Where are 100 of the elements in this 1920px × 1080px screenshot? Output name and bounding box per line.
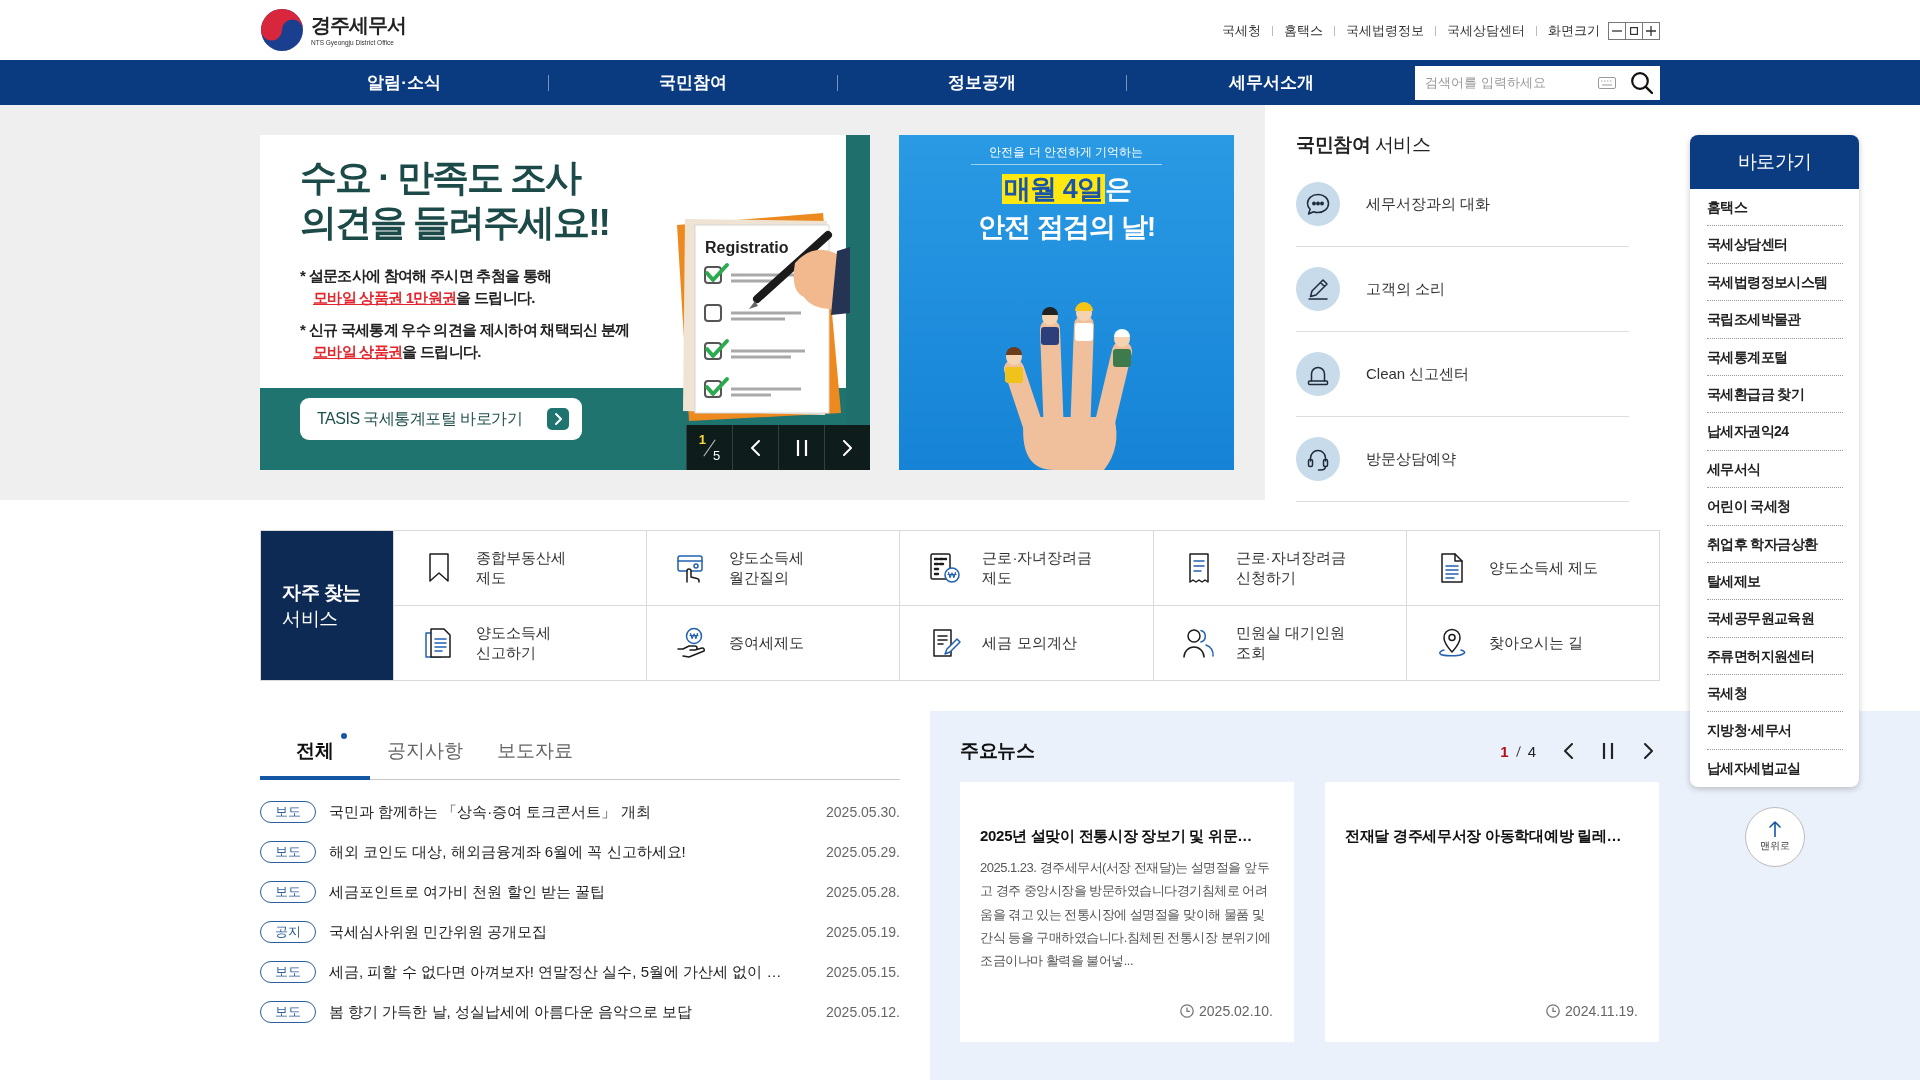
nav-menu-item[interactable]: 정보공개: [838, 60, 1126, 105]
service-link[interactable]: 세금 모의계산: [900, 606, 1153, 680]
logo-icon: [260, 8, 304, 52]
section-title: 주요뉴스: [960, 739, 1034, 763]
quick-link[interactable]: 국세공무원교육원: [1707, 600, 1843, 638]
quick-link[interactable]: 주류면허지원센터: [1707, 637, 1843, 676]
calculator-coin-icon: [928, 551, 963, 585]
pencil-icon: [1296, 267, 1340, 311]
top-link[interactable]: 국세법령정보: [1346, 22, 1424, 40]
banner-kicker: 안전을 더 안전하게 기억하는: [971, 143, 1162, 165]
service-link[interactable]: 종합부동산세 제도: [394, 531, 647, 605]
quick-link[interactable]: 홈택스: [1707, 189, 1843, 227]
news-tab[interactable]: 공지사항: [370, 711, 480, 780]
up-arrow-icon: [1768, 821, 1781, 838]
quick-link[interactable]: 국세청: [1707, 675, 1843, 713]
quick-link[interactable]: 국세통계포털: [1707, 338, 1843, 376]
office-name: 경주세무서: [311, 13, 406, 36]
quick-link[interactable]: 탈세제보: [1707, 562, 1843, 601]
chevron-right-icon: [547, 408, 569, 430]
pause-button[interactable]: [778, 425, 824, 470]
square-icon: [1630, 27, 1638, 35]
service-link[interactable]: 양도소득세 월간질의: [647, 531, 900, 605]
pause-icon: [795, 439, 808, 456]
news-title-link[interactable]: 국세심사위원 민간위원 공개모집: [329, 922, 814, 942]
quick-link[interactable]: 납세자세법교실: [1707, 749, 1843, 788]
service-link[interactable]: 근로·자녀장려금 신청하기: [1153, 531, 1406, 605]
next-slide-button[interactable]: [824, 425, 870, 470]
nav-menu-item[interactable]: 국민참여: [549, 60, 837, 105]
clock-icon: [1180, 1004, 1195, 1018]
quick-link[interactable]: 국립조세박물관: [1707, 301, 1843, 339]
font-reset-button[interactable]: [1625, 22, 1643, 40]
news-title-link[interactable]: 세금포인트로 여가비 천원 할인 받는 꿀팁: [329, 882, 814, 902]
service-link[interactable]: 양도소득세 신고하기: [394, 606, 647, 680]
news-date: 2025.05.29.: [826, 844, 900, 860]
news-date: 2025.05.15.: [826, 964, 900, 980]
previous-slide-button[interactable]: [732, 425, 778, 470]
section-title: 국민참여 서비스: [1296, 135, 1432, 157]
top-link[interactable]: 국세청: [1222, 22, 1261, 40]
service-link[interactable]: 양도소득세 제도: [1406, 531, 1659, 605]
pause-icon: [1602, 743, 1614, 759]
banner-note: * 설문조사에 참여해 주시면 추첨을 통해 모바일 상품권 1만원권을 드립니다.: [300, 266, 552, 308]
service-link[interactable]: 증여세제도: [647, 606, 900, 680]
keyboard-icon: [1598, 76, 1616, 89]
font-size-label: 화면크기: [1548, 22, 1600, 40]
news-card-title[interactable]: 2025년 설맞이 전통시장 장보기 및 위문…: [980, 826, 1252, 846]
search-field[interactable]: 검색어를 입력하세요: [1415, 65, 1660, 100]
quick-link[interactable]: 어린이 국세청: [1707, 488, 1843, 526]
service-link[interactable]: 찾아오시는 길: [1406, 606, 1659, 680]
speech-bubble-icon: [1296, 182, 1340, 226]
news-card-date: 2024.11.19.: [1565, 1002, 1638, 1020]
news-tab[interactable]: 보도자료: [480, 711, 590, 780]
dot-icon: [341, 733, 347, 739]
chevron-left-icon: [1563, 743, 1573, 759]
banner-note: * 신규 국세통계 우수 의견을 제시하여 채택되신 분께 모바일 상품권을 드립니다.: [300, 320, 630, 362]
service-link[interactable]: 근로·자녀장려금 제도: [900, 531, 1153, 605]
people-icon: [1181, 626, 1216, 660]
news-date: 2025.05.12.: [826, 1004, 900, 1020]
news-card-date: 2025.02.10.: [1199, 1002, 1273, 1020]
news-card-summary: 2025.1.23. 경주세무서(서장 전재달)는 설명절을 앞두고 경주 중앙시장을 방문하였습니다경기침체로 어려움을 겪고 있는 전통시장에 설명절을 맞이해 물품 및 간식 등을 구매하였습니다.침체된 전통시장 분위기에 조금이나마 활력을 불어넣...: [980, 859, 1272, 971]
slide-counter: 1 5: [686, 425, 732, 470]
news-title-link[interactable]: 국민과 함께하는 「상속·증여 토크콘서트」 개최: [329, 802, 814, 822]
news-title-link[interactable]: 세금, 피할 수 없다면 아껴보자! 연말정산 실수, 5월에 가산세 없이 …: [329, 962, 814, 982]
quick-link[interactable]: 지방청·세무서: [1707, 712, 1843, 750]
news-card-title[interactable]: 전재달 경주세무서장 아동학대예방 릴레…: [1345, 826, 1622, 846]
top-link[interactable]: 국세상담센터: [1447, 22, 1525, 40]
services-heading: 자주 찾는 서비스: [261, 531, 393, 680]
nav-menu-item[interactable]: 알림·소식: [260, 60, 548, 105]
top-link[interactable]: 홈택스: [1284, 22, 1323, 40]
quick-link[interactable]: 취업후 학자금상환: [1707, 525, 1843, 563]
news-title-link[interactable]: 해외 코인도 대상, 해외금융계좌 6월에 꼭 신고하세요!: [329, 842, 814, 862]
search-icon: [1631, 71, 1653, 94]
chevron-right-icon: [1643, 743, 1653, 759]
service-link[interactable]: 방문상담예약: [1296, 417, 1629, 502]
font-decrease-button[interactable]: [1608, 22, 1626, 40]
nav-menu-item[interactable]: 세무서소개: [1127, 60, 1415, 105]
quick-link[interactable]: 국세상담센터: [1707, 226, 1843, 264]
service-link[interactable]: 고객의 소리: [1296, 247, 1629, 332]
chevron-left-icon: [751, 439, 760, 456]
clock-icon: [1546, 1004, 1561, 1018]
quick-link[interactable]: 국세환급금 찾기: [1707, 375, 1843, 414]
news-title-link[interactable]: 봄 향기 가득한 날, 성실납세에 아름다운 음악으로 보답: [329, 1002, 814, 1022]
banner-headline: 매월 4일은 안전 점검의 날!: [978, 173, 1155, 244]
plus-icon: [1646, 26, 1656, 36]
service-link[interactable]: 민원실 대기인원 조회: [1153, 606, 1406, 680]
font-increase-button[interactable]: [1642, 22, 1660, 40]
page-total: 4: [1527, 742, 1536, 760]
news-date: 2025.05.28.: [826, 884, 900, 900]
clipboard-title: Registratio: [705, 239, 789, 256]
portal-button[interactable]: TASIS 국세통계포털 바로가기: [300, 398, 582, 440]
quick-link[interactable]: 납세자권익24: [1707, 413, 1843, 451]
search-button[interactable]: [1629, 69, 1655, 96]
news-tab[interactable]: 전체: [260, 711, 370, 780]
minus-icon: [1612, 30, 1622, 32]
service-link[interactable]: Clean 신고센터: [1296, 332, 1629, 417]
service-link[interactable]: 세무서장과의 대화: [1296, 162, 1629, 247]
chevron-right-icon: [843, 439, 852, 456]
quick-link[interactable]: 국세법령정보시스템: [1707, 263, 1843, 302]
quick-links-title: 바로가기: [1690, 135, 1859, 189]
quick-link[interactable]: 세무서식: [1707, 450, 1843, 489]
siren-icon: [1296, 352, 1340, 396]
